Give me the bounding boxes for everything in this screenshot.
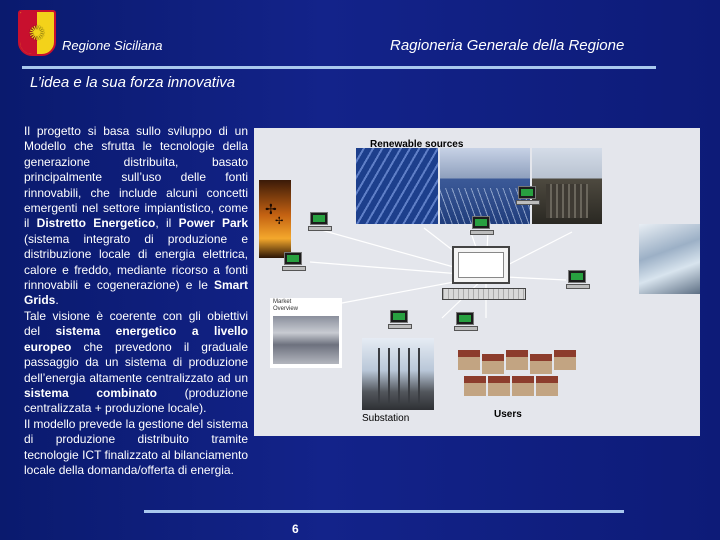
substation-label: Substation [362,413,410,424]
computer-icon [470,216,494,236]
trinacria-icon: ✺ [28,21,46,45]
central-server-icon [442,246,526,308]
regione-siciliana-logo: ✺ [18,10,56,56]
paragraph-3: Il modello prevede la gestione del siste… [24,416,248,477]
computer-icon [388,310,412,330]
page-number: 6 [292,522,299,536]
computer-icon [516,186,540,206]
users-houses-photo [458,350,578,398]
solar-panels-photo [356,148,438,224]
substation-photo [362,338,434,410]
paragraph-1: Il progetto si basa sullo sviluppo di un… [24,124,248,308]
header-divider [22,66,656,69]
control-room-photo: Market Overview [270,298,342,368]
computer-icon [454,312,478,332]
hydro-dam-photo [639,224,700,294]
footer-divider [144,510,624,513]
computer-icon [308,212,332,232]
power-building-photo [532,148,602,224]
slide-subtitle: L’idea e la sua forza innovativa [30,74,236,91]
computer-icon [282,252,306,272]
computer-icon [566,270,590,290]
paragraph-2: Tale visione è coerente con gli obiettiv… [24,308,248,416]
smart-grid-diagram: Renewable sources ✢ ✢ Market Overview Su… [254,128,700,436]
users-label: Users [494,409,522,420]
wind-turbines-photo: ✢ ✢ [259,180,291,258]
header-right-title: Ragioneria Generale della Regione [390,37,625,54]
header-left-title: Regione Siciliana [62,38,163,53]
body-text: Il progetto si basa sullo sviluppo di un… [24,124,248,478]
